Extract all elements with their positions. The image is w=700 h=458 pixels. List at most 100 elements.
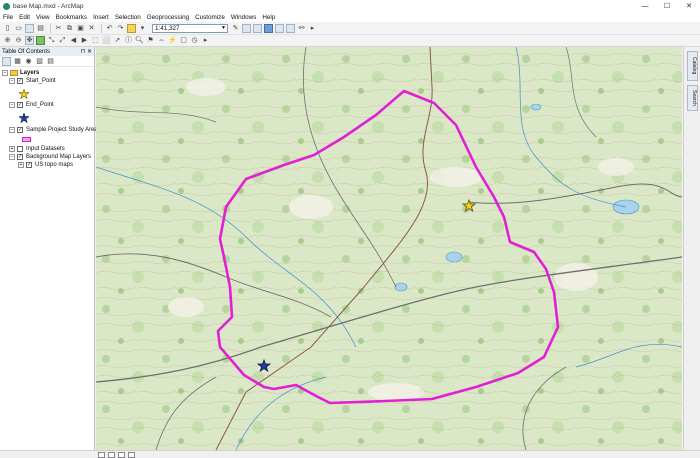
select-features-icon[interactable]: ⬚ — [91, 36, 100, 45]
fixed-zoom-in-icon[interactable]: ⤡ — [47, 36, 56, 45]
full-extent-icon[interactable] — [36, 36, 45, 45]
undo-icon[interactable]: ↶ — [105, 24, 114, 33]
collapse-icon[interactable]: − — [9, 78, 15, 84]
data-view-icon[interactable] — [98, 451, 105, 458]
list-by-visibility-icon[interactable]: ◉ — [24, 57, 33, 66]
collapse-icon[interactable]: − — [9, 154, 15, 160]
toolbar-options-icon[interactable]: ▸ — [308, 24, 317, 33]
title-bar: base Map.mxd - ArcMap — ☐ ✕ — [0, 0, 700, 12]
layout-view-icon[interactable] — [108, 451, 115, 458]
expand-icon[interactable]: + — [9, 146, 15, 152]
menu-geoprocessing[interactable]: Geoprocessing — [147, 14, 189, 21]
menu-bookmarks[interactable]: Bookmarks — [56, 14, 88, 21]
catalog-window-icon[interactable] — [253, 23, 262, 33]
toc-options-icon[interactable]: ▤ — [46, 57, 55, 66]
identify-icon[interactable]: ⓘ — [124, 36, 133, 45]
save-icon[interactable] — [25, 23, 34, 33]
zoom-in-icon[interactable]: ⊕ — [3, 36, 12, 45]
zoom-out-icon[interactable]: ⊖ — [14, 36, 23, 45]
layer-visibility-checkbox[interactable] — [17, 146, 23, 152]
menu-selection[interactable]: Selection — [115, 14, 141, 21]
map-scale-value: 1:41,327 — [155, 24, 180, 32]
topographic-map[interactable] — [96, 47, 682, 450]
pause-drawing-icon[interactable] — [128, 451, 135, 458]
toc-close-icon[interactable]: ✕ — [87, 49, 92, 55]
menu-windows[interactable]: Windows — [231, 14, 257, 21]
search-window-icon[interactable] — [264, 23, 273, 33]
redo-icon[interactable]: ↷ — [116, 24, 125, 33]
layer-visibility-checkbox[interactable]: ✓ — [26, 162, 32, 168]
layer-visibility-checkbox[interactable]: ✓ — [17, 78, 23, 84]
toc-group-input-datasets[interactable]: + Input Datasets — [9, 146, 65, 152]
menu-insert[interactable]: Insert — [93, 14, 109, 21]
forward-extent-icon[interactable]: ▶ — [80, 36, 89, 45]
toc-title: Table Of Contents — [2, 48, 51, 55]
arcmap-app-icon — [3, 2, 10, 10]
model-builder-icon[interactable]: ⚯ — [297, 24, 306, 33]
find-route-icon[interactable]: ⚑ — [146, 36, 155, 45]
layer-label: End_Point — [26, 102, 54, 108]
find-icon[interactable]: 🔍︎ — [135, 36, 144, 45]
tools-toolbar: ⊕ ⊖ ✥ ⤡ ⤢ ◀ ▶ ⬚ ⬜ ➚ ⓘ 🔍︎ ⚑ ⇔ ⚡ ▢ ◷ ▸ — [0, 35, 700, 47]
toc-layer-study-area[interactable]: − ✓ Sample Project Study Area — [9, 127, 98, 133]
add-data-icon[interactable] — [127, 23, 136, 33]
pin-icon[interactable]: ⊓ — [81, 49, 86, 55]
open-icon[interactable]: ▭ — [14, 24, 23, 33]
map-scale-input[interactable]: 1:41,327 ▼ — [152, 23, 228, 33]
toc-layer-end-point[interactable]: − ✓ End_Point — [9, 102, 54, 108]
close-button[interactable]: ✕ — [678, 0, 700, 12]
arctoolbox-icon[interactable] — [275, 23, 284, 33]
toc-layers-group[interactable]: − Layers — [2, 70, 39, 76]
collapse-icon[interactable]: − — [9, 127, 15, 133]
toc-layer-us-topo[interactable]: + ✓ US topo maps — [18, 162, 73, 168]
select-elements-icon[interactable]: ➚ — [113, 36, 122, 45]
pan-icon[interactable]: ✥ — [25, 36, 34, 45]
maximize-button[interactable]: ☐ — [656, 0, 678, 12]
layer-visibility-checkbox[interactable]: ✓ — [17, 102, 23, 108]
search-tab[interactable]: Search — [687, 85, 698, 111]
expand-icon[interactable]: + — [18, 162, 24, 168]
collapse-icon[interactable]: − — [2, 70, 8, 76]
html-popup-icon[interactable]: ▢ — [179, 36, 188, 45]
paste-icon[interactable]: ▣ — [76, 24, 85, 33]
menu-edit[interactable]: Edit — [19, 14, 30, 21]
layer-visibility-checkbox[interactable]: ✓ — [17, 127, 23, 133]
cut-icon[interactable]: ✂ — [54, 24, 63, 33]
catalog-tab[interactable]: Catalog — [687, 51, 698, 81]
map-display[interactable] — [96, 47, 682, 450]
toolbar-separator — [101, 23, 102, 33]
measure-icon[interactable]: ⇔ — [157, 36, 166, 45]
new-document-icon[interactable]: ▯ — [3, 24, 12, 33]
layer-visibility-checkbox[interactable]: ✓ — [17, 154, 23, 160]
list-by-drawing-order-icon[interactable] — [2, 56, 11, 66]
table-of-contents-icon[interactable] — [242, 23, 251, 33]
window-title: base Map.mxd - ArcMap — [13, 2, 84, 10]
back-extent-icon[interactable]: ◀ — [69, 36, 78, 45]
list-by-selection-icon[interactable]: ▧ — [35, 57, 44, 66]
menu-customize[interactable]: Customize — [195, 14, 225, 21]
toolbar-options-icon[interactable]: ▸ — [201, 36, 210, 45]
refresh-view-icon[interactable] — [118, 451, 125, 458]
hyperlink-icon[interactable]: ⚡ — [168, 36, 177, 45]
editor-toolbar-icon[interactable]: ✎ — [231, 24, 240, 33]
delete-icon[interactable]: ✕ — [87, 24, 96, 33]
group-label: Background Map Layers — [26, 154, 92, 160]
fixed-zoom-out-icon[interactable]: ⤢ — [58, 36, 67, 45]
menu-help[interactable]: Help — [262, 14, 275, 21]
minimize-button[interactable]: — — [634, 0, 656, 12]
toc-layer-start-point[interactable]: − ✓ Start_Point — [9, 78, 56, 84]
menu-file[interactable]: File — [3, 14, 13, 21]
menu-view[interactable]: View — [36, 14, 50, 21]
time-slider-icon[interactable]: ◷ — [190, 36, 199, 45]
list-by-source-icon[interactable]: ▦ — [13, 57, 22, 66]
layers-group-label: Layers — [20, 70, 40, 76]
chevron-down-icon[interactable]: ▼ — [221, 25, 226, 32]
dropdown-arrow-icon[interactable]: ▾ — [138, 24, 147, 33]
copy-icon[interactable]: ⧉ — [65, 24, 74, 33]
clear-selection-icon[interactable]: ⬜ — [102, 36, 111, 45]
python-window-icon[interactable] — [286, 23, 295, 33]
print-icon[interactable]: ▤ — [36, 24, 45, 33]
toc-toolbar: ▦ ◉ ▧ ▤ — [0, 56, 94, 67]
collapse-icon[interactable]: − — [9, 102, 15, 108]
toc-group-background[interactable]: − ✓ Background Map Layers — [9, 154, 91, 160]
